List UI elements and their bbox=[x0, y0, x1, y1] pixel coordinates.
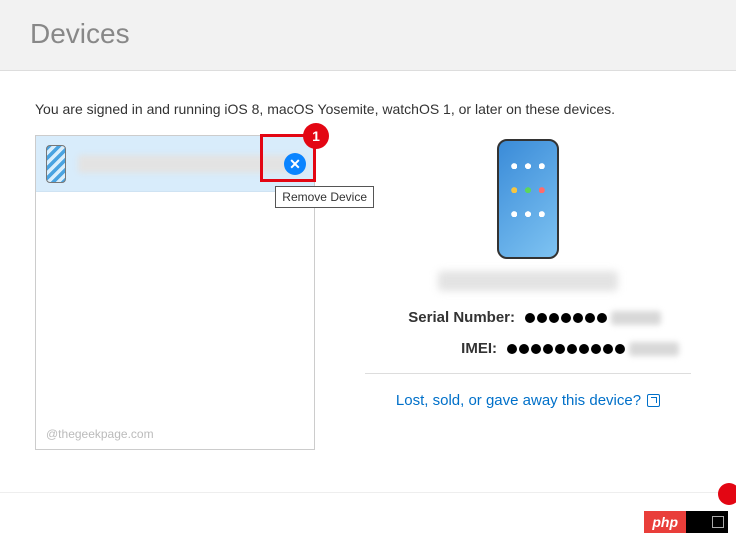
imei-row: IMEI: bbox=[355, 340, 701, 357]
remove-device-button[interactable]: ✕ bbox=[284, 153, 306, 175]
close-icon: ✕ bbox=[289, 157, 301, 171]
source-brand-badge: php bbox=[644, 511, 728, 533]
imei-label: IMEI: bbox=[377, 340, 497, 357]
serial-label: Serial Number: bbox=[395, 309, 515, 326]
content-area: You are signed in and running iOS 8, mac… bbox=[0, 71, 736, 460]
device-name-blurred bbox=[78, 155, 304, 173]
lost-device-link-text: Lost, sold, or gave away this device? bbox=[396, 392, 641, 409]
device-list-item[interactable]: ✕ 1 Remove Device bbox=[36, 136, 314, 192]
watermark-text: @thegeekpage.com bbox=[46, 427, 154, 441]
device-list: ✕ 1 Remove Device @thegeekpage.com bbox=[35, 135, 315, 450]
device-detail-pane: Serial Number: IMEI: Lost, sold, or gave… bbox=[355, 135, 701, 450]
intro-text: You are signed in and running iOS 8, mac… bbox=[35, 101, 701, 117]
serial-value-masked bbox=[525, 311, 661, 325]
detail-divider bbox=[365, 373, 691, 374]
external-link-icon bbox=[647, 394, 660, 407]
device-thumbnail-icon bbox=[46, 145, 66, 183]
imei-value-masked bbox=[507, 342, 679, 356]
main-row: ✕ 1 Remove Device @thegeekpage.com Seria… bbox=[35, 135, 701, 450]
remove-device-tooltip: Remove Device bbox=[275, 186, 374, 208]
brand-icon bbox=[686, 511, 728, 533]
footer-separator bbox=[0, 492, 736, 493]
annotation-badge-2 bbox=[718, 483, 736, 505]
lost-device-link[interactable]: Lost, sold, or gave away this device? bbox=[396, 392, 660, 409]
page-title: Devices bbox=[30, 18, 706, 50]
device-image-large bbox=[497, 139, 559, 259]
page-header: Devices bbox=[0, 0, 736, 71]
device-name-large-blurred bbox=[438, 271, 618, 291]
annotation-badge: 1 bbox=[303, 123, 329, 149]
brand-text: php bbox=[644, 511, 686, 533]
serial-row: Serial Number: bbox=[355, 309, 701, 326]
